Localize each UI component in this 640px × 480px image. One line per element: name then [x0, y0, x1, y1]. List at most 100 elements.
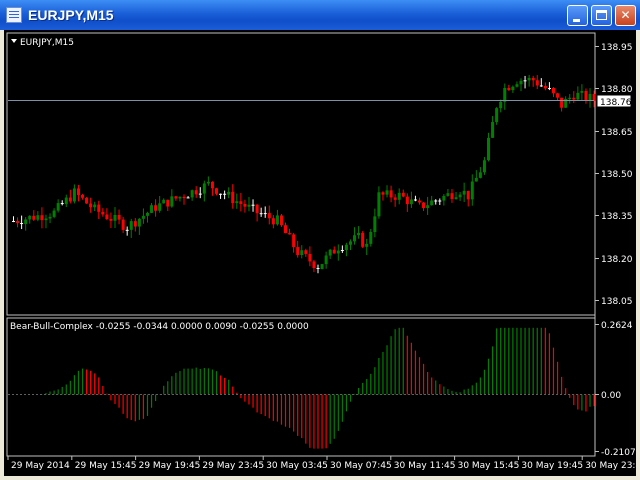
- time-axis-label: 29 May 19:45: [139, 461, 201, 471]
- candle-body: [543, 85, 547, 89]
- candle-body: [158, 203, 162, 211]
- candle-body: [186, 197, 190, 199]
- time-axis-label: 29 May 2014: [11, 461, 70, 471]
- price-tick-label: 138.95: [601, 43, 633, 53]
- candle-body: [442, 195, 446, 201]
- maximize-button[interactable]: [591, 5, 612, 26]
- candle-body: [300, 250, 304, 256]
- time-axis-label: 30 May 03:45: [266, 461, 328, 471]
- candle-body: [117, 214, 121, 220]
- price-panel-frame: [6, 32, 596, 316]
- candle-body: [572, 97, 576, 100]
- close-button[interactable]: [615, 5, 636, 26]
- candle-body: [507, 87, 511, 91]
- candle-body: [64, 197, 68, 205]
- candle-body: [223, 193, 227, 195]
- candle-body: [373, 216, 377, 232]
- price-tick-label: 138.05: [601, 297, 633, 307]
- candle-body: [202, 183, 206, 194]
- candle-body: [279, 215, 283, 226]
- time-axis-label: 30 May 11:45: [394, 461, 456, 471]
- candle-body: [495, 108, 499, 123]
- candle-body: [385, 190, 389, 195]
- candle-body: [344, 244, 348, 251]
- candle-body: [247, 204, 251, 207]
- chart-area[interactable]: EURJPY,M15 Bear-Bull-Complex -0.0255 -0.…: [4, 30, 640, 476]
- candle-body: [332, 249, 336, 254]
- candle-body: [547, 87, 551, 89]
- candle-body: [154, 205, 158, 211]
- candle-body: [263, 213, 267, 215]
- indicator-tick: 0.2624: [601, 321, 633, 331]
- price-tick-label: 138.80: [601, 85, 633, 95]
- candle-body: [162, 199, 166, 204]
- candle-body: [275, 215, 279, 225]
- candle-body: [56, 203, 60, 211]
- candle-body: [24, 219, 28, 225]
- candle-body: [76, 188, 80, 195]
- candle-body: [259, 213, 263, 215]
- candle-body: [357, 232, 361, 236]
- candle-body: [72, 188, 76, 202]
- candle-body: [235, 201, 239, 204]
- candle-body: [308, 253, 312, 262]
- candle-body: [44, 218, 48, 221]
- candle-body: [81, 194, 85, 198]
- title-bar[interactable]: EURJPY,M15: [0, 0, 640, 30]
- candle-body: [446, 193, 450, 196]
- candle-body: [324, 255, 328, 265]
- candle-body: [470, 181, 474, 200]
- candle-body: [527, 77, 531, 81]
- candle-body: [109, 219, 113, 221]
- indicator-histogram: [41, 327, 595, 449]
- minimize-button[interactable]: [567, 5, 588, 26]
- candle-body: [101, 211, 105, 215]
- candle-body: [418, 200, 421, 203]
- candle-body: [68, 197, 72, 202]
- candle-body: [377, 192, 381, 217]
- candle-body: [458, 194, 462, 198]
- candle-body: [535, 80, 539, 86]
- candle-body: [97, 204, 101, 212]
- candle-body: [523, 80, 527, 82]
- candle-body: [182, 196, 186, 199]
- candle-body: [89, 203, 93, 208]
- time-axis-label: 30 May 07:45: [330, 461, 392, 471]
- candle-body: [312, 261, 316, 268]
- candle-body: [361, 232, 365, 247]
- candle-body: [113, 214, 117, 221]
- candle-body: [284, 225, 288, 234]
- time-axis: 29 May 2014 29 May 15:45 29 May 19:45 29 Ma…: [7, 456, 640, 471]
- time-axis-label: 29 May 15:45: [75, 461, 137, 471]
- candle-body: [93, 204, 97, 208]
- candle-body: [231, 191, 235, 204]
- candle-body: [239, 201, 243, 204]
- candle-body: [316, 267, 320, 269]
- candle-body: [478, 172, 482, 178]
- candle-body: [450, 193, 454, 199]
- candle-body: [255, 204, 259, 214]
- candle-body: [215, 188, 218, 194]
- candle-body: [454, 197, 458, 199]
- candle-body: [487, 137, 491, 161]
- candle-body: [85, 197, 89, 204]
- candle-body: [519, 80, 523, 85]
- candle-body: [511, 86, 515, 91]
- candle-body: [539, 85, 543, 87]
- candle-body: [105, 214, 109, 220]
- time-axis-label: 30 May 23:4: [585, 461, 636, 471]
- candle-body: [576, 92, 580, 100]
- candle-body: [20, 223, 24, 225]
- candle-body: [243, 203, 247, 207]
- candle-body: [556, 93, 560, 98]
- candle-body: [178, 196, 182, 199]
- candle-body: [397, 192, 401, 200]
- candle-body: [474, 177, 478, 182]
- chart-menu-triangle-icon[interactable]: [11, 39, 17, 43]
- price-axis: 138.95 138.80 138.65 138.50 138.35 138.20 138.…: [595, 43, 633, 307]
- chart-canvas[interactable]: EURJPY,M15 Bear-Bull-Complex -0.0255 -0.…: [4, 30, 640, 476]
- candle-body: [422, 202, 426, 209]
- chart-window-icon[interactable]: [6, 7, 22, 23]
- price-tick-label: 138.20: [601, 255, 633, 265]
- candle-body: [145, 212, 149, 216]
